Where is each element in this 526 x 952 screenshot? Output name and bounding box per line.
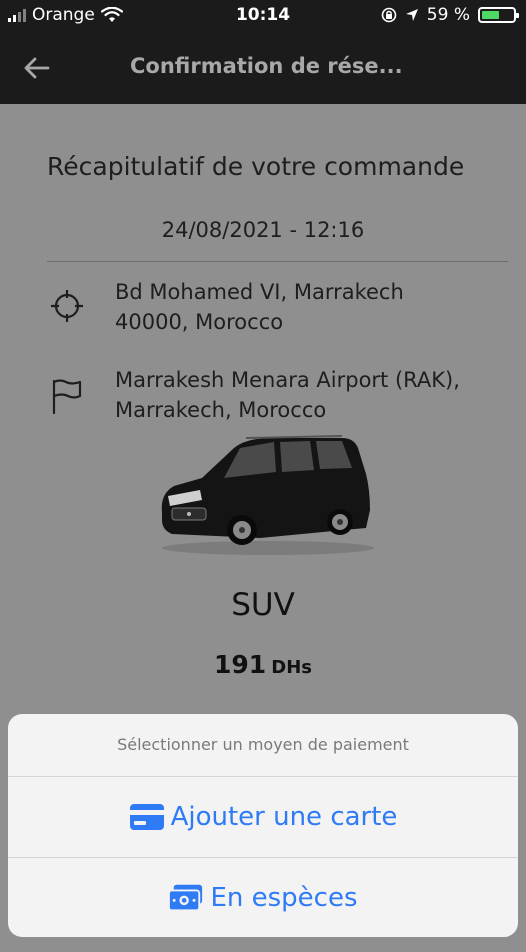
sheet-title: Sélectionner un moyen de paiement — [8, 714, 518, 777]
dropoff-address-line2: Marrakech, Morocco — [115, 398, 327, 422]
credit-card-icon — [129, 804, 164, 830]
divider — [47, 261, 508, 262]
pickup-address-line2: 40000, Morocco — [115, 310, 284, 334]
price: 191 DHs — [0, 650, 526, 679]
add-card-label: Ajouter une carte — [170, 802, 398, 832]
flag-icon — [52, 379, 82, 414]
battery-percent: 59 % — [426, 5, 470, 25]
crosshair-icon — [51, 290, 83, 322]
add-card-button[interactable]: Ajouter une carte — [8, 777, 518, 858]
battery-icon — [478, 7, 519, 23]
price-currency: DHs — [271, 657, 312, 678]
cash-button[interactable]: En espèces — [8, 858, 518, 937]
back-arrow-icon[interactable] — [20, 52, 52, 84]
dropoff-address-line1: Marrakesh Menara Airport (RAK), — [115, 368, 460, 392]
page-title: Confirmation de rése... — [130, 54, 403, 78]
location-arrow-icon — [405, 9, 418, 21]
vehicle-type: SUV — [231, 587, 295, 623]
battery-fill — [482, 11, 500, 19]
pickup-address-line1: Bd Mohamed VI, Marrakech — [115, 280, 404, 304]
dropoff-address: Marrakesh Menara Airport (RAK), Marrakec… — [115, 365, 495, 425]
orientation-lock-icon — [381, 7, 397, 23]
cash-icon — [168, 884, 203, 912]
suv-image — [161, 435, 374, 555]
status-bar-right: 59 % — [381, 5, 519, 25]
price-amount: 191 — [213, 650, 267, 679]
cash-label: En espèces — [210, 883, 358, 913]
summary-title: Récapitulatif de votre commande — [47, 152, 465, 181]
payment-method-sheet: Sélectionner un moyen de paiement Ajoute… — [8, 714, 518, 937]
status-bar: Orange 10:14 59 % — [0, 0, 526, 32]
pickup-address: Bd Mohamed VI, Marrakech 40000, Morocco — [115, 277, 495, 337]
booking-datetime: 24/08/2021 - 12:16 — [161, 218, 365, 242]
navigation-bar: Confirmation de rése... — [0, 32, 526, 104]
